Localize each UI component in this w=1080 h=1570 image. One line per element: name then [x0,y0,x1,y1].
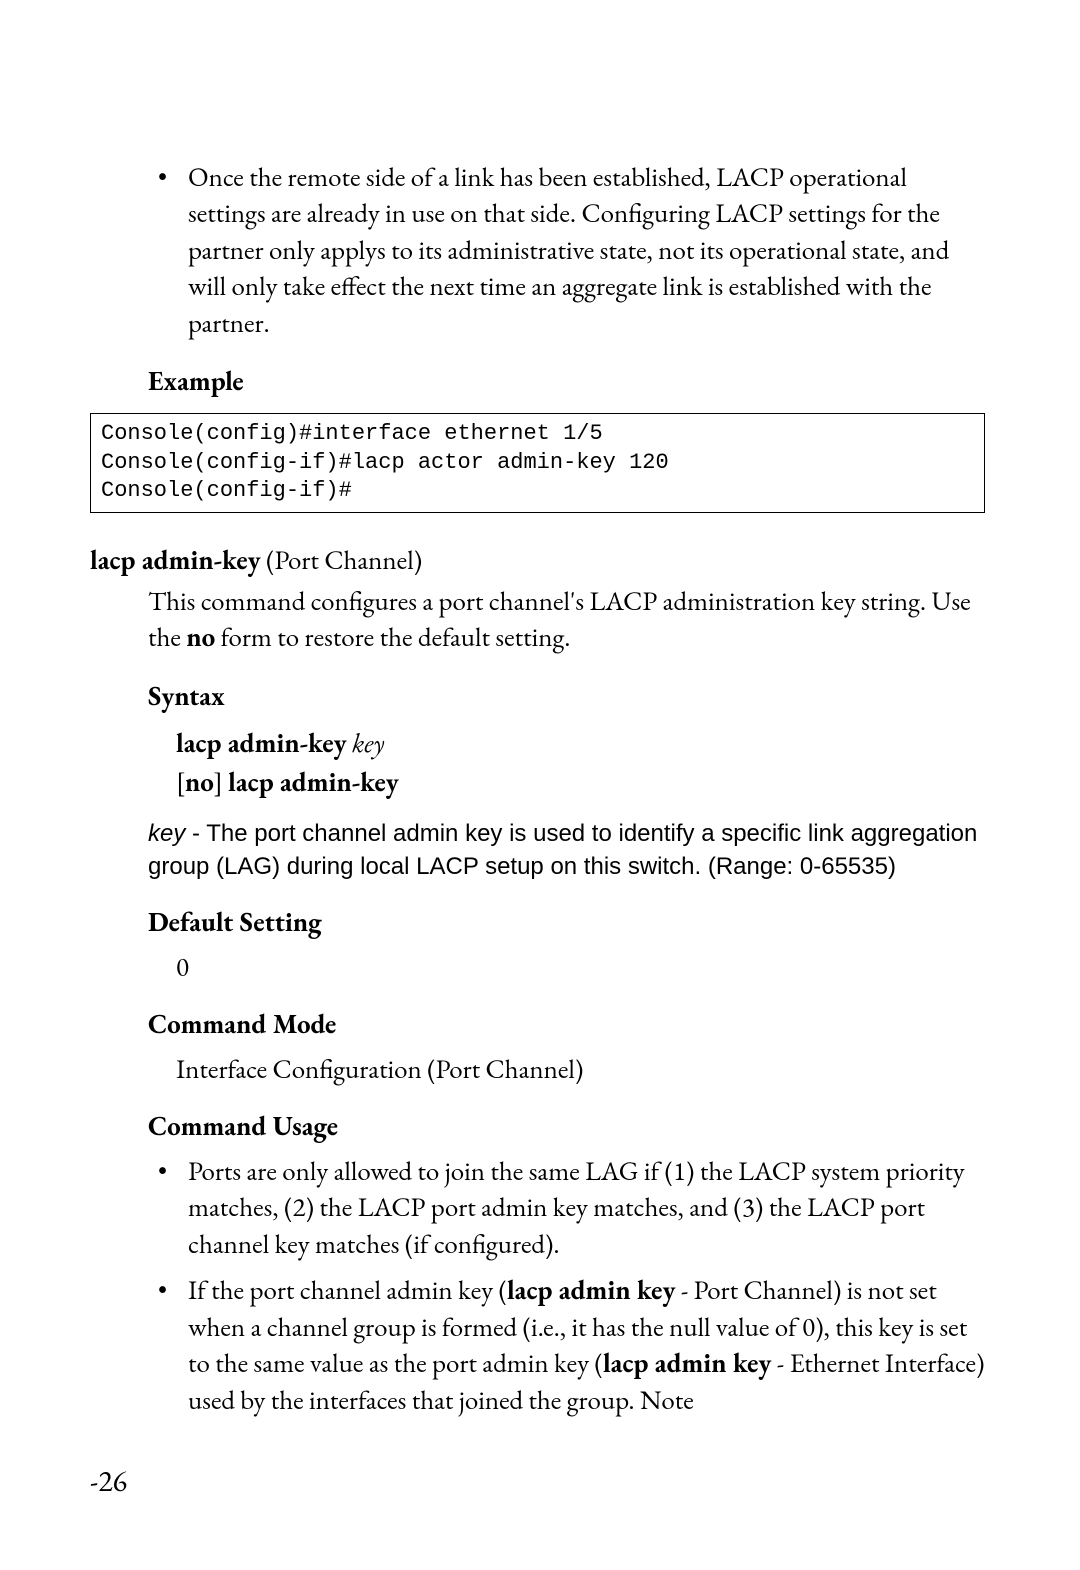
heading-example: Example [148,364,985,399]
code-example: Console(config)#interface ethernet 1/5 C… [90,413,985,513]
bullet-item: If the port channel admin key (lacp admi… [148,1273,985,1419]
heading-default: Default Setting [148,905,985,940]
syntax-l2-bold2: lacp admin-key [228,765,399,800]
top-bullet-list: Once the remote side of a link has been … [148,160,985,342]
usage-text: If the port channel admin key ( [188,1273,507,1308]
default-value: 0 [176,950,985,985]
heading-syntax: Syntax [148,679,985,714]
heading-mode: Command Mode [148,1007,985,1042]
command-title: lacp admin-key (Port Channel) [90,543,985,578]
desc-bold: no [186,620,215,655]
syntax-l1-bold: lacp admin-key [176,726,347,761]
key-ital: key [148,820,185,847]
bullet-item: Once the remote side of a link has been … [148,160,985,342]
usage-text: Ports are only allowed to join the same … [188,1154,965,1262]
mode-value: Interface Configuration (Port Channel) [176,1052,985,1087]
syntax-l2-bold1: no [185,765,214,800]
syntax-l2-pre: [ [176,765,185,800]
usage-bold-text: lacp admin key [507,1273,675,1308]
syntax-block: lacp admin-key key [no] lacp admin-key [176,724,985,802]
key-text: - The port channel admin key is used to … [148,820,977,879]
bullet-item: Ports are only allowed to join the same … [148,1154,985,1263]
command-description: This command configures a port channel's… [148,584,985,657]
document-page: Once the remote side of a link has been … [0,0,1080,1570]
syntax-line-2: [no] lacp admin-key [176,763,985,802]
key-description: key - The port channel admin key is used… [148,818,985,883]
syntax-l1-ital: key [347,726,385,761]
desc-post: form to restore the default setting. [215,620,570,655]
page-number: -26 [90,1461,127,1500]
usage-bold-text: lacp admin key [603,1346,771,1381]
syntax-line-1: lacp admin-key key [176,724,985,763]
heading-usage: Command Usage [148,1109,985,1144]
bullet-text: Once the remote side of a link has been … [188,160,949,341]
command-title-rest: (Port Channel) [261,543,423,578]
usage-bullet-list: Ports are only allowed to join the same … [148,1154,985,1419]
syntax-l2-mid: ] [214,765,228,800]
command-title-bold: lacp admin-key [90,543,261,578]
